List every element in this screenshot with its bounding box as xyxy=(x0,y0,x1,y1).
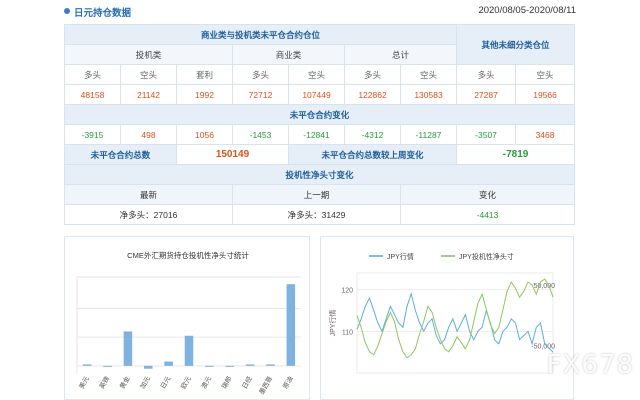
table-cell: 27287 xyxy=(456,84,517,105)
table-cell: -11287 xyxy=(399,124,458,145)
table-cell: 107449 xyxy=(288,84,345,105)
tick-label: 日经 xyxy=(240,374,255,390)
col-short: 空头 xyxy=(120,64,177,85)
legend-label: JPY投机性净头寸 xyxy=(459,252,514,261)
table-cell: 19566 xyxy=(515,84,576,105)
latest-value: 净多头：27016 xyxy=(64,204,233,225)
col-spread: 套利 xyxy=(176,64,233,85)
bar xyxy=(103,365,112,367)
tick-label: 澳元 xyxy=(199,374,214,390)
table-cell: 21142 xyxy=(120,84,177,105)
tick-label: 墨西哥 xyxy=(258,375,275,396)
table-cell: 72712 xyxy=(232,84,289,105)
oi-change-value: -7819 xyxy=(456,144,576,165)
tick-label: 日元 xyxy=(159,375,173,391)
series-line xyxy=(356,292,554,353)
tick-label: 美元 xyxy=(77,374,92,390)
col-long: 多头 xyxy=(232,64,289,85)
col-long: 多头 xyxy=(456,64,517,85)
page-title: 日元持仓数据 xyxy=(74,8,132,19)
bar xyxy=(245,364,255,366)
bar xyxy=(123,331,133,366)
legend-label: JPY行情 xyxy=(387,252,414,261)
tick-label: 加元 xyxy=(138,374,153,390)
col-long: 多头 xyxy=(64,64,121,85)
date-range: 2020/08/05-2020/08/11 xyxy=(478,5,576,16)
table-cell: 498 xyxy=(120,124,177,145)
table-cell: 3468 xyxy=(515,124,576,145)
table-cell: 130583 xyxy=(399,84,458,105)
table-cell: -3507 xyxy=(456,124,517,145)
prev-value: 净多头：31429 xyxy=(232,204,401,225)
bar xyxy=(225,365,235,367)
bar xyxy=(184,335,194,366)
positions-table: 商业类与投机类未平仓合约仓位 其他未细分类仓位 投机类 商业类 总计 多头 空头… xyxy=(63,24,576,225)
y-tick-label: 120 xyxy=(341,288,353,295)
watermark-logo: FX678 xyxy=(546,350,634,380)
bar-chart: CME外汇期货持仓投机性净头寸统计 美元 英镑 黄金 加元 日元 欧元 澳元 瑞郎 日经 墨西哥原… xyxy=(76,250,301,396)
tick-label: 欧元 xyxy=(178,374,193,390)
col-short: 空头 xyxy=(399,64,458,85)
latest-label: 最新 xyxy=(64,184,233,205)
table-cell: 1992 xyxy=(176,84,233,105)
oi-total-value: 150149 xyxy=(176,144,289,165)
line-chart-panel: JPY行情 JPY投机性净头寸 120 110 50,000 -50,000 JPY行情 xyxy=(320,236,574,400)
tick-label: 英镑 xyxy=(97,374,112,390)
bar xyxy=(286,284,296,366)
table-cell: 1056 xyxy=(176,124,233,145)
change-header: 未平仓合约变化 xyxy=(63,104,576,125)
tick-label: 黄金 xyxy=(117,374,132,390)
other-header: 其他未细分类仓位 xyxy=(456,24,576,65)
spec-header: 投机类 xyxy=(64,44,233,65)
table-cell: 122862 xyxy=(344,84,401,105)
page-header: 日元持仓数据 2020/08/05-2020/08/11 xyxy=(62,0,576,24)
comm-header: 商业类 xyxy=(232,44,345,65)
change-label: 变化 xyxy=(399,184,576,205)
title-bullet-icon xyxy=(64,8,70,14)
table-cell: -12841 xyxy=(288,124,345,145)
oi-total-label: 未平仓合约总数 xyxy=(64,144,177,165)
bar-chart-title: CME外汇期货持仓投机性净头寸统计 xyxy=(127,250,249,260)
net-change-value: -4413 xyxy=(399,204,576,225)
y-tick-label: 110 xyxy=(342,329,353,336)
table-cell: -3915 xyxy=(64,124,121,145)
total-header: 总计 xyxy=(343,44,458,65)
table-cell: 48158 xyxy=(64,84,121,105)
col-short: 空头 xyxy=(515,64,576,85)
col-long: 多头 xyxy=(344,64,401,85)
column-labels-row: 多头 空头 套利 多头 空头 多头 空头 多头 空头 xyxy=(64,64,576,85)
oi-change-label: 未平仓合约总数较上周变化 xyxy=(287,144,458,165)
tick-label: 原油 xyxy=(280,375,294,391)
bar xyxy=(82,364,92,366)
col-short: 空头 xyxy=(288,64,345,85)
positions-row: 48158 21142 1992 72712 107449 122862 130… xyxy=(64,84,576,105)
table-cell: -4312 xyxy=(344,124,401,145)
y2-tick-label: 50,000 xyxy=(534,283,556,290)
bar xyxy=(266,364,275,366)
bar xyxy=(143,365,153,369)
bar xyxy=(164,361,173,366)
prev-label: 上一期 xyxy=(232,184,401,205)
net-position-header: 投机性净头寸变化 xyxy=(63,164,576,185)
tick-label: 瑞郎 xyxy=(219,374,234,390)
y-axis-label: JPY行情 xyxy=(328,310,337,337)
changes-row: -3915 498 1056 -1453 -12841 -4312 -11287… xyxy=(64,124,576,145)
commercial-spec-header: 商业类与投机类未平仓合约仓位 xyxy=(63,24,458,45)
table-cell: -1453 xyxy=(232,124,289,145)
line-chart: JPY行情 JPY投机性净头寸 12011050,000-50,000JPY行情 xyxy=(328,252,556,374)
bar-chart-panel: CME外汇期货持仓投机性净头寸统计 美元 英镑 黄金 加元 日元 欧元 澳元 瑞郎 日经 墨西哥原… xyxy=(64,236,310,400)
bar xyxy=(205,365,214,367)
plot-area xyxy=(356,272,554,374)
